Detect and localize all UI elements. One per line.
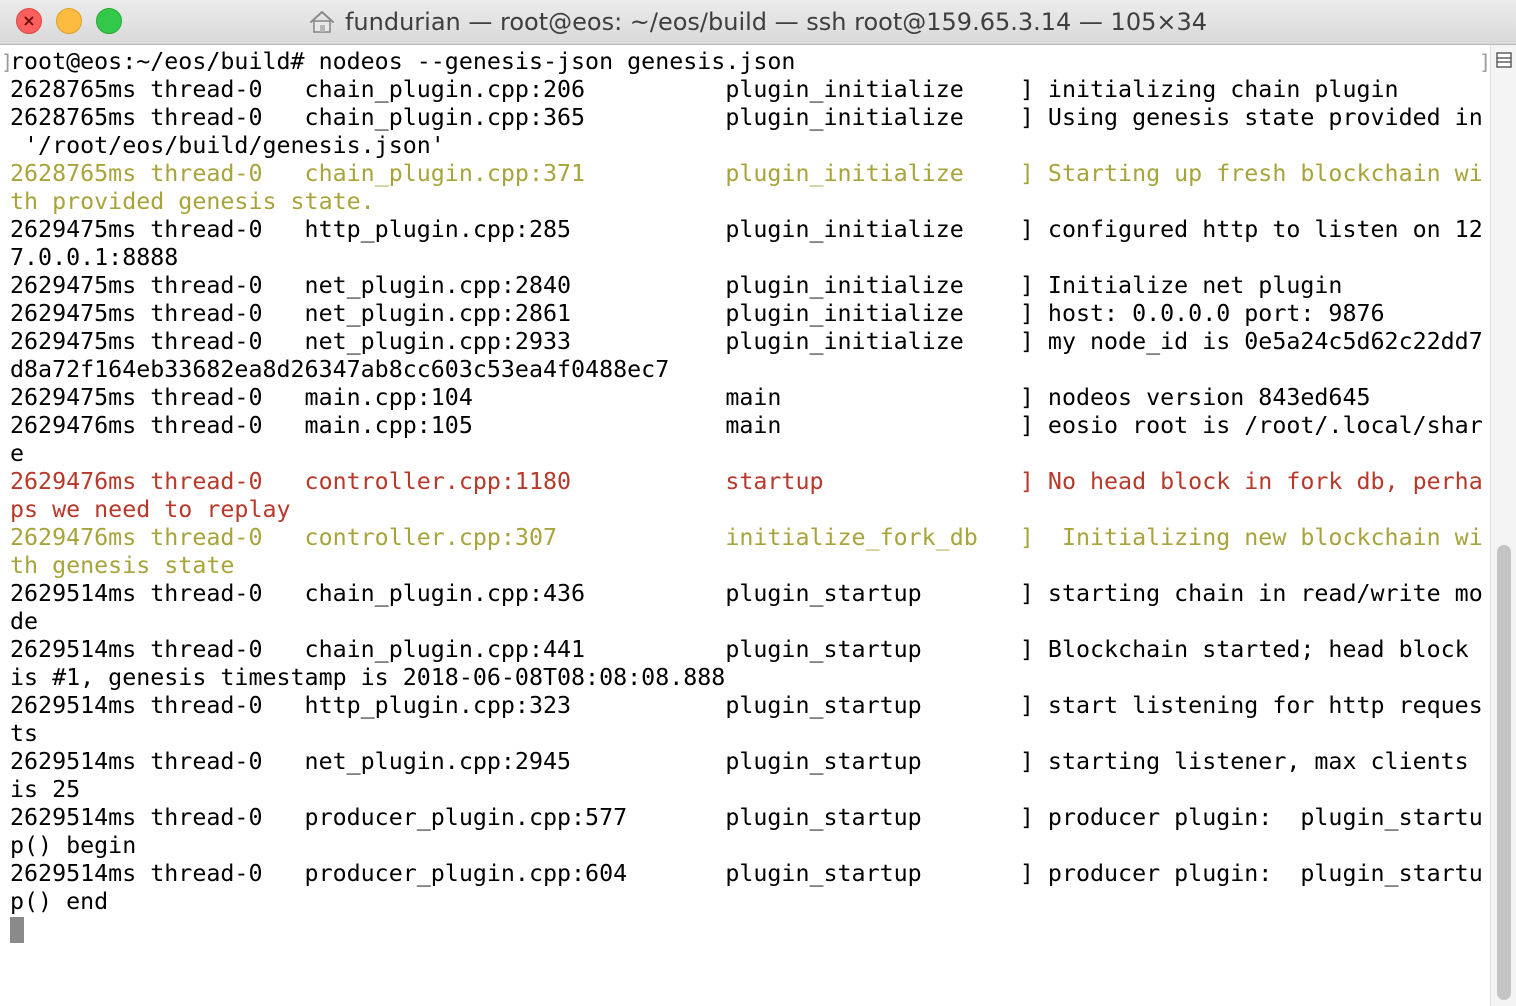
terminal-line: p() begin bbox=[10, 832, 137, 859]
home-folder-icon bbox=[309, 11, 334, 33]
terminal-line: 2629475ms thread-0 net_plugin.cpp:2933 p… bbox=[10, 328, 1483, 355]
terminal-line: ps we need to replay bbox=[10, 496, 291, 523]
terminal-line: p() end bbox=[10, 888, 109, 915]
terminal-line: de bbox=[10, 608, 39, 635]
terminal-line: d8a72f164eb33682ea8d26347ab8cc603c53ea4f… bbox=[10, 356, 670, 383]
terminal-line: th provided genesis state. bbox=[10, 188, 375, 215]
terminal-line: 2629476ms thread-0 controller.cpp:307 in… bbox=[10, 524, 1483, 551]
terminal-output[interactable]: ] ] root@eos:~/eos/build# nodeos --genes… bbox=[0, 45, 1490, 1006]
text-cursor bbox=[10, 917, 24, 943]
scrollbar-thumb[interactable] bbox=[1497, 545, 1511, 1000]
title-group: fundurian — root@eos: ~/eos/build — ssh … bbox=[0, 0, 1516, 44]
terminal-line: 2628765ms thread-0 chain_plugin.cpp:206 … bbox=[10, 76, 1399, 103]
scrollbar[interactable] bbox=[1490, 45, 1516, 1006]
terminal-line: 2629514ms thread-0 http_plugin.cpp:323 p… bbox=[10, 692, 1483, 719]
terminal-line: root@eos:~/eos/build# nodeos --genesis-j… bbox=[10, 48, 796, 75]
window-title: fundurian — root@eos: ~/eos/build — ssh … bbox=[344, 8, 1208, 36]
terminal-line: 2629514ms thread-0 chain_plugin.cpp:441 … bbox=[10, 636, 1469, 663]
terminal-line: 2629475ms thread-0 main.cpp:104 main ] n… bbox=[10, 384, 1371, 411]
terminal-line: 2629476ms thread-0 main.cpp:105 main ] e… bbox=[10, 412, 1483, 439]
terminal-line: 2629514ms thread-0 producer_plugin.cpp:5… bbox=[10, 804, 1483, 831]
terminal-line: 2629475ms thread-0 net_plugin.cpp:2861 p… bbox=[10, 300, 1385, 327]
terminal-line: is 25 bbox=[10, 776, 81, 803]
terminal-line: e bbox=[10, 440, 25, 467]
terminal-line: 2628765ms thread-0 chain_plugin.cpp:371 … bbox=[10, 160, 1483, 187]
terminal-line: 2629475ms thread-0 http_plugin.cpp:285 p… bbox=[10, 216, 1483, 243]
terminal-line: 2629475ms thread-0 net_plugin.cpp:2840 p… bbox=[10, 272, 1343, 299]
terminal-line: 2629514ms thread-0 chain_plugin.cpp:436 … bbox=[10, 580, 1483, 607]
terminal-line: 2629514ms thread-0 net_plugin.cpp:2945 p… bbox=[10, 748, 1469, 775]
terminal-line: ts bbox=[10, 720, 39, 747]
terminal-line: 2629514ms thread-0 producer_plugin.cpp:6… bbox=[10, 860, 1483, 887]
title-bar[interactable]: × fundurian — root@eos: ~/eos/build — ss… bbox=[0, 0, 1516, 45]
split-pane-icon[interactable] bbox=[1496, 52, 1512, 68]
terminal-line: th genesis state bbox=[10, 552, 235, 579]
terminal-line: is #1, genesis timestamp is 2018-06-08T0… bbox=[10, 664, 726, 691]
terminal-line: 2628765ms thread-0 chain_plugin.cpp:365 … bbox=[10, 104, 1483, 131]
terminal-line: 2629476ms thread-0 controller.cpp:1180 s… bbox=[10, 468, 1483, 495]
scrollback-mark-right: ] bbox=[1479, 50, 1490, 74]
terminal-line: '/root/eos/build/genesis.json' bbox=[10, 132, 445, 159]
terminal-window: × fundurian — root@eos: ~/eos/build — ss… bbox=[0, 0, 1516, 1006]
terminal-line: 7.0.0.1:8888 bbox=[10, 244, 179, 271]
